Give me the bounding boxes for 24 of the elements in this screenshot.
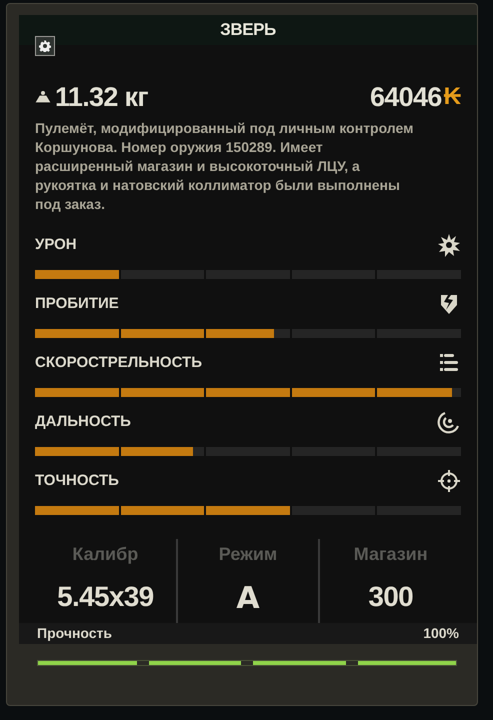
item-description: Пулемёт, модифицированный под личным контролем Коршунова. Номер оружия 150289. Имеет расширенный магазин и высокоточный ЛЦУ, а рукоятка и натовский коллиматор были выполнены под заказ. [35,119,414,214]
stat-label: УРОН [35,234,77,255]
item-title: ЗВЕРЬ [220,19,276,41]
explosion-icon [437,233,461,257]
stat-label: СКОРОСТРЕЛЬНОСТЬ [35,352,202,373]
weight-value: 11.32 кг [55,80,148,114]
stat-label: ТОЧНОСТЬ [35,470,119,491]
weight-icon [35,88,51,105]
stat-label: ПРОБИТИЕ [35,294,119,314]
durability-value: 100% [423,624,459,643]
spec-label: Магазин [354,543,428,566]
durability-label: Прочность [37,624,112,643]
stat-label: ДАЛЬНОСТЬ [35,412,131,432]
spec-label: Режим [218,543,278,566]
spec-value: 300 [368,580,413,614]
crosshair-icon [437,469,461,493]
gear-icon [39,40,51,52]
spec-value: A [236,580,260,618]
price-value: 64046 [370,80,442,114]
radar-icon [437,410,461,434]
currency-sign: ₭ [444,82,461,112]
settings-button[interactable] [35,36,55,56]
spec-value: 5.45x39 [57,580,154,614]
spec-label: Калибр [72,543,138,566]
